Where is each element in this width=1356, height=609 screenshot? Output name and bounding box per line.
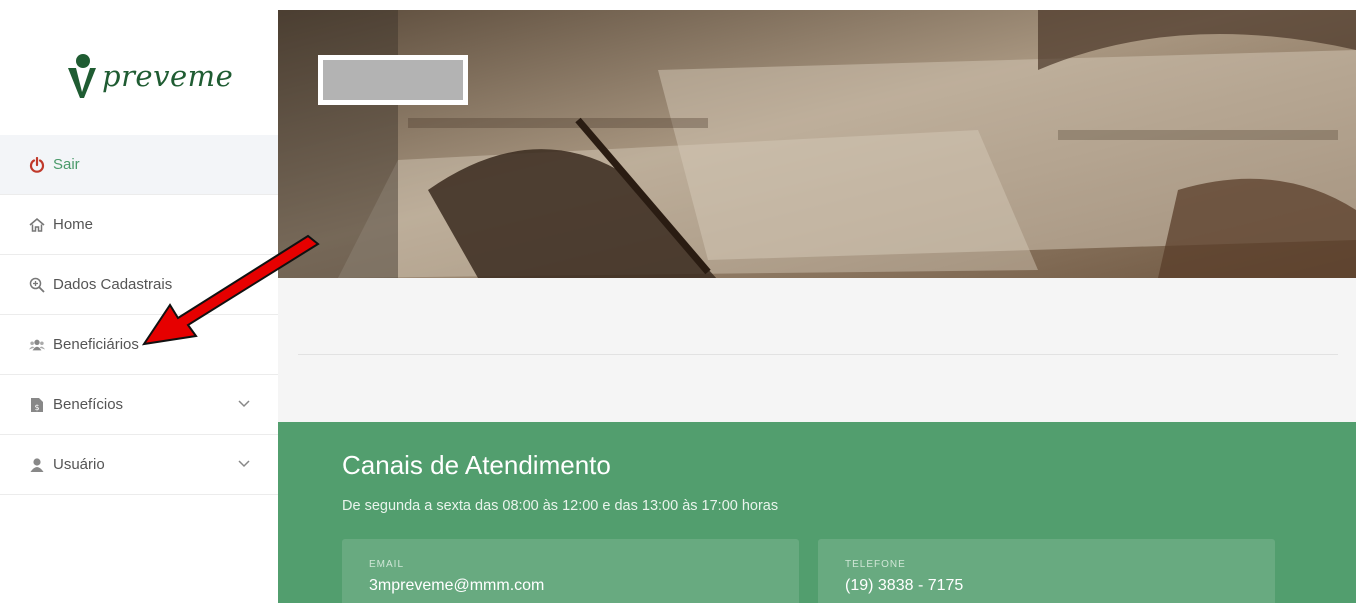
home-icon <box>29 217 45 233</box>
sidebar-item-usuario[interactable]: Usuário <box>0 435 278 495</box>
hero-banner <box>278 10 1356 278</box>
sidebar-item-label: Benefícios <box>53 396 124 413</box>
svg-text:$: $ <box>34 403 39 412</box>
chevron-down-icon[interactable] <box>238 397 250 409</box>
sidebar-menu: Sair Home Dados Cadastrais Beneficiários… <box>0 135 278 495</box>
section-subtitle: De segunda a sexta das 08:00 às 12:00 e … <box>342 498 779 514</box>
main-content <box>278 278 1356 422</box>
sidebar-item-home[interactable]: Home <box>0 195 278 255</box>
telefone-label: TELEFONE <box>845 559 906 570</box>
sidebar-item-label: Dados Cadastrais <box>53 276 173 293</box>
sidebar-item-sair[interactable]: Sair <box>0 135 278 195</box>
telefone-card: TELEFONE (19) 3838 - 7175 <box>818 539 1275 609</box>
divider <box>298 354 1338 355</box>
preveme-logo[interactable]: preveme <box>66 46 233 106</box>
hero-background-image <box>278 10 1356 278</box>
sidebar-item-label: Sair <box>53 156 80 173</box>
sidebar-item-label: Beneficiários <box>53 336 139 353</box>
power-icon <box>29 156 45 173</box>
user-icon <box>29 457 45 473</box>
email-value[interactable]: 3mpreveme@mmm.com <box>369 577 544 595</box>
section-title: Canais de Atendimento <box>342 450 611 480</box>
logo-mark-icon <box>68 54 96 98</box>
email-label: EMAIL <box>369 559 405 570</box>
document-icon: $ <box>29 397 45 413</box>
sidebar-item-beneficios[interactable]: $ Benefícios <box>0 375 278 435</box>
chevron-down-icon[interactable] <box>238 457 250 469</box>
logo-text: preveme <box>102 59 234 93</box>
sidebar-item-label: Usuário <box>53 456 105 473</box>
email-card: EMAIL 3mpreveme@mmm.com <box>342 539 799 609</box>
canais-de-atendimento-section: Canais de Atendimento De segunda a sexta… <box>278 422 1356 609</box>
redacted-placeholder <box>318 55 468 105</box>
telefone-value[interactable]: (19) 3838 - 7175 <box>845 577 963 595</box>
sidebar-item-beneficiarios[interactable]: Beneficiários <box>0 315 278 375</box>
users-icon <box>29 337 45 353</box>
sidebar-item-label: Home <box>53 216 94 233</box>
zoom-in-icon <box>29 277 45 293</box>
sidebar: preveme Sair Home Dados Cadastrais Benef… <box>0 10 279 603</box>
sidebar-item-dados-cadastrais[interactable]: Dados Cadastrais <box>0 255 278 315</box>
